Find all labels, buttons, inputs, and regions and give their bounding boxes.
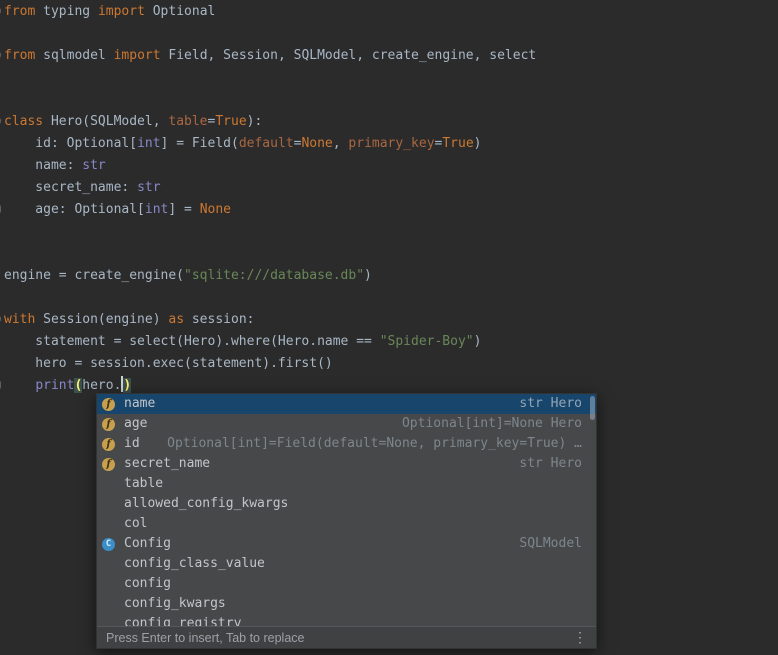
fold-gutter-icon[interactable]: [0, 116, 1, 126]
completion-item[interactable]: allowed_config_kwargs: [97, 494, 596, 514]
code-line[interactable]: with Session(engine) as session:: [4, 309, 536, 331]
completion-list: fnamestr HerofageOptional[int]=None Hero…: [97, 394, 596, 626]
completion-item[interactable]: f secret_name str Hero: [97, 454, 596, 474]
completion-item[interactable]: config_kwargs: [97, 594, 596, 614]
footer-hint: Press Enter to insert, Tab to replace: [106, 631, 304, 645]
code-line[interactable]: [4, 23, 536, 45]
item-label: col: [124, 514, 147, 534]
completion-item[interactable]: fidOptional[int]=Field(default=None, pri…: [97, 434, 596, 454]
code-line[interactable]: class Hero(SQLModel, table=True):: [4, 111, 536, 133]
completion-item[interactable]: fname str Hero: [97, 394, 596, 414]
item-label: allowed_config_kwargs: [124, 494, 288, 514]
code-line[interactable]: [4, 221, 536, 243]
code-line[interactable]: name: str: [4, 155, 536, 177]
code-editor[interactable]: from typing import Optional from sqlmodel…: [4, 1, 536, 397]
completion-item[interactable]: table: [97, 474, 596, 494]
code-line[interactable]: statement = select(Hero).where(Hero.name…: [4, 331, 536, 353]
popup-scrollbar-thumb[interactable]: [590, 396, 595, 420]
code-line[interactable]: engine = create_engine("sqlite:///databa…: [4, 265, 536, 287]
completion-item[interactable]: config: [97, 574, 596, 594]
fold-gutter-icon[interactable]: [0, 314, 1, 324]
field-icon: f: [102, 458, 115, 471]
marker-gutter-icon[interactable]: [0, 204, 1, 214]
more-options-icon[interactable]: ⋮: [573, 629, 587, 646]
completion-item[interactable]: C Config SQLModel: [97, 534, 596, 554]
code-line[interactable]: [4, 243, 536, 265]
item-type-hint: str Hero: [519, 394, 582, 414]
completion-item[interactable]: config_class_value: [97, 554, 596, 574]
item-label: config_kwargs: [124, 594, 226, 614]
item-label: config: [124, 574, 171, 594]
code-line[interactable]: [4, 287, 536, 309]
completion-footer: Press Enter to insert, Tab to replace ⋮: [97, 626, 596, 648]
item-type-hint: str Hero: [519, 454, 582, 474]
item-signature-hint: Optional[int]=Field(default=None, primar…: [140, 434, 582, 454]
code-line[interactable]: [4, 89, 536, 111]
item-label: table: [124, 474, 163, 494]
item-type-hint: SQLModel: [519, 534, 582, 554]
fold-gutter-icon[interactable]: [0, 6, 1, 16]
code-line[interactable]: from sqlmodel import Field, Session, SQL…: [4, 45, 536, 67]
code-line[interactable]: age: Optional[int] = None: [4, 199, 536, 221]
field-icon: f: [102, 418, 115, 431]
field-icon: f: [102, 398, 115, 411]
completion-item[interactable]: col: [97, 514, 596, 534]
code-line[interactable]: secret_name: str: [4, 177, 536, 199]
class-icon: C: [102, 538, 115, 551]
item-label: secret_name: [124, 454, 210, 474]
item-label: age: [124, 414, 147, 434]
item-type-hint: Optional[int]=None Hero: [402, 414, 582, 434]
item-label: Config: [124, 534, 171, 554]
item-label: name: [124, 394, 155, 414]
marker-gutter-icon[interactable]: [0, 380, 1, 390]
code-line[interactable]: [4, 67, 536, 89]
completion-item[interactable]: config_registry: [97, 614, 596, 626]
completion-popup: fnamestr HerofageOptional[int]=None Hero…: [96, 393, 597, 649]
item-label: id: [124, 434, 140, 454]
code-line[interactable]: from typing import Optional: [4, 1, 536, 23]
completion-item[interactable]: fage Optional[int]=None Hero: [97, 414, 596, 434]
code-line[interactable]: id: Optional[int] = Field(default=None, …: [4, 133, 536, 155]
item-label: config_class_value: [124, 554, 265, 574]
fold-gutter-icon[interactable]: [0, 50, 1, 60]
item-label: config_registry: [124, 614, 241, 626]
field-icon: f: [102, 438, 115, 451]
code-line[interactable]: hero = session.exec(statement).first(): [4, 353, 536, 375]
